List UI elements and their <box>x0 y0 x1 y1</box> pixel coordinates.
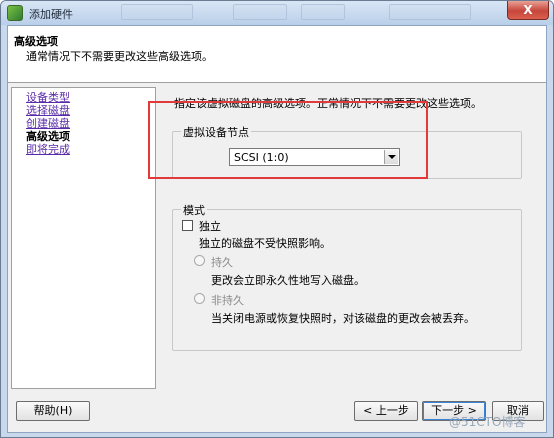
page-header: 高级选项 通常情况下不需要更改这些高级选项。 <box>8 26 546 83</box>
background-taskbar-item <box>233 4 287 20</box>
page-title: 高级选项 <box>14 35 58 48</box>
nav-item-device-type[interactable]: 设备类型 <box>26 91 70 104</box>
app-icon <box>7 5 23 21</box>
independent-description: 独立的磁盘不受快照影响。 <box>199 237 331 250</box>
background-taskbar-item <box>121 4 193 20</box>
nonpersistent-radio[interactable] <box>194 293 205 304</box>
window-title: 添加硬件 <box>29 8 73 21</box>
dialog-content: 高级选项 通常情况下不需要更改这些高级选项。 设备类型 选择磁盘 创建磁盘 高级… <box>7 25 547 433</box>
nav-item-ready-to-complete[interactable]: 即将完成 <box>26 143 70 156</box>
independent-label[interactable]: 独立 <box>199 218 221 234</box>
back-button[interactable]: < 上一步 <box>354 401 418 421</box>
nonpersistent-description: 当关闭电源或恢复快照时，对该磁盘的更改会被丢弃。 <box>211 312 475 325</box>
add-hardware-window: 添加硬件 X 高级选项 通常情况下不需要更改这些高级选项。 设备类型 选择磁盘 … <box>0 0 554 438</box>
close-icon: X <box>523 3 533 17</box>
wizard-step-list: 设备类型 选择磁盘 创建磁盘 高级选项 即将完成 <box>11 87 156 389</box>
help-button[interactable]: 帮助(H) <box>16 401 90 421</box>
nav-item-select-disk[interactable]: 选择磁盘 <box>26 104 70 117</box>
background-taskbar-item <box>389 4 471 20</box>
background-taskbar-item <box>301 4 345 20</box>
title-bar[interactable]: 添加硬件 X <box>1 1 553 25</box>
watermark: @51CTO博客 <box>449 415 526 429</box>
page-subtitle: 通常情况下不需要更改这些高级选项。 <box>26 50 213 63</box>
nav-item-create-disk[interactable]: 创建磁盘 <box>26 117 70 130</box>
persistent-radio[interactable] <box>194 255 205 266</box>
highlight-box <box>148 101 428 179</box>
mode-legend: 模式 <box>181 202 207 218</box>
mode-group: 模式 独立 独立的磁盘不受快照影响。 持久 更改会立即永久性地写入磁盘。 非持久… <box>172 202 522 351</box>
nonpersistent-label[interactable]: 非持久 <box>211 292 244 308</box>
close-button[interactable]: X <box>507 1 549 20</box>
nav-item-advanced-options: 高级选项 <box>26 130 70 143</box>
persistent-description: 更改会立即永久性地写入磁盘。 <box>211 274 365 287</box>
persistent-label[interactable]: 持久 <box>211 254 233 270</box>
independent-checkbox[interactable] <box>182 220 193 231</box>
